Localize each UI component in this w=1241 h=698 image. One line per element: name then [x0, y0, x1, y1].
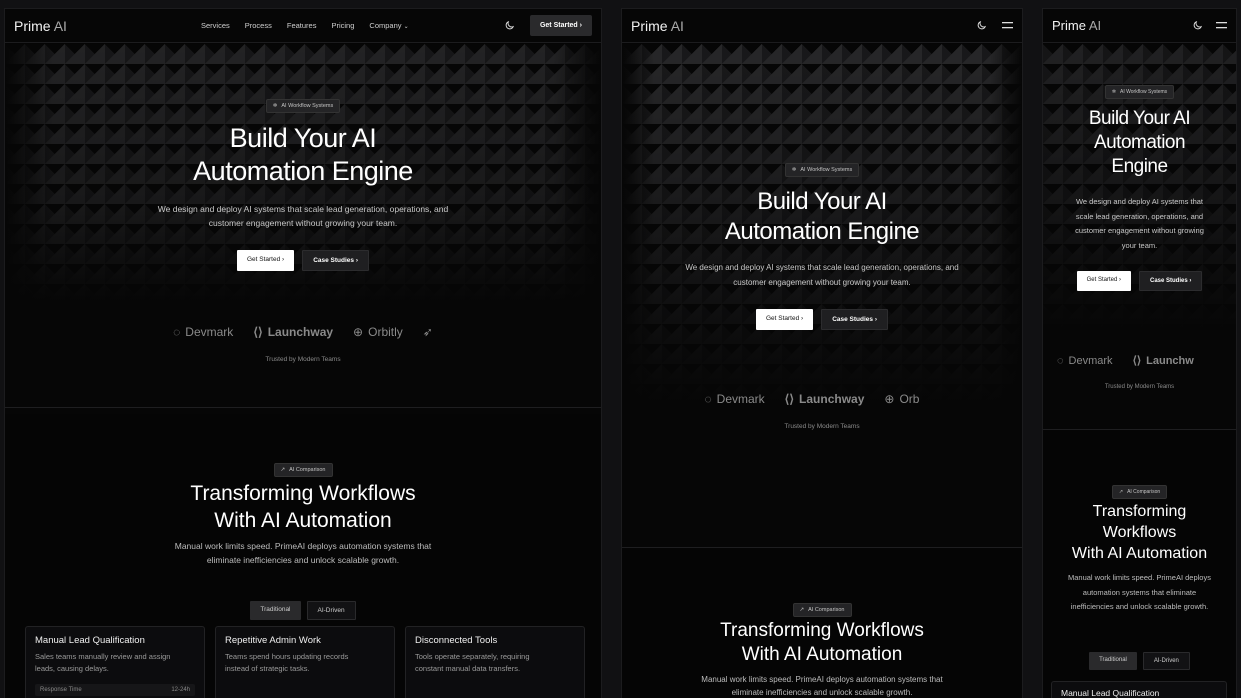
- comparison-toggle: Traditional AI-Driven: [250, 601, 356, 620]
- comparison-card: Manual Lead Qualification: [1051, 681, 1227, 698]
- comparison-title: Transforming Workflows With AI Automatio…: [720, 620, 924, 665]
- trusted-label: Trusted by Modern Teams: [784, 423, 860, 430]
- metric-row: Response Time 12-24h: [35, 684, 195, 697]
- sparkle-icon: ✲: [791, 167, 797, 173]
- section-divider: [1043, 429, 1236, 430]
- globe-icon: ⊕: [353, 325, 364, 339]
- comparison-cards: Manual Lead Qualification Sales teams ma…: [25, 626, 585, 698]
- tablet-viewport: Prime AI ✲ AI Workflow Systems Build Your…: [621, 8, 1023, 698]
- nav-links: Services Process Features Pricing Compan…: [201, 21, 409, 30]
- logo-launchway: ⟨⟩ Launchw: [1132, 354, 1194, 368]
- nav-link-features[interactable]: Features: [287, 21, 317, 30]
- moon-icon[interactable]: [975, 20, 987, 32]
- logo-devmark: ◌ Devmark: [1057, 354, 1113, 367]
- logo[interactable]: Prime AI: [1052, 18, 1101, 33]
- globe-icon: ⊕: [884, 392, 895, 406]
- nav-link-pricing[interactable]: Pricing: [331, 21, 354, 30]
- nav-link-services[interactable]: Services: [201, 21, 230, 30]
- trusted-label: Trusted by Modern Teams: [265, 356, 341, 363]
- comparison-card: Manual Lead Qualification Sales teams ma…: [25, 626, 205, 698]
- get-started-button[interactable]: Get Started ›: [236, 250, 295, 271]
- navbar: Prime AI Services Process Features Prici…: [5, 9, 601, 43]
- hero-section: ✲ AI Workflow Systems Build Your AI Autom…: [1043, 44, 1236, 429]
- nav-link-company[interactable]: Company ⌄: [369, 21, 408, 30]
- hero-title: Build Your AI Automation Engine: [1088, 108, 1191, 177]
- desktop-viewport: Prime AI Services Process Features Prici…: [4, 8, 602, 698]
- comparison-badge: ↗ AI Comparison: [273, 463, 333, 477]
- comparison-card: Repetitive Admin Work Teams spend hours …: [215, 626, 395, 698]
- tab-traditional[interactable]: Traditional: [250, 601, 301, 620]
- case-studies-button[interactable]: Case Studies ›: [1139, 271, 1203, 291]
- hero-section: ✲ AI Workflow Systems Build Your AI Autom…: [5, 44, 601, 414]
- hero-badge: ✲ AI Workflow Systems: [784, 163, 860, 177]
- logo-orbitly: ⊕ Orb: [884, 392, 920, 406]
- logo-launchway: ⟨⟩ Launchway: [253, 325, 334, 339]
- tab-ai-driven[interactable]: AI-Driven: [1142, 652, 1190, 670]
- hero-subtitle: We design and deploy AI systems that sca…: [685, 263, 959, 287]
- hero-subtitle: We design and deploy AI systems that sca…: [1075, 197, 1204, 250]
- hero-section: ✲ AI Workflow Systems Build Your AI Autom…: [622, 44, 1022, 547]
- moon-icon[interactable]: [504, 20, 516, 32]
- comparison-title: Transforming Workflows With AI Automatio…: [1071, 503, 1208, 562]
- devmark-icon: ◌: [173, 325, 181, 339]
- trending-up-icon: ↗: [280, 467, 286, 473]
- nav-link-process[interactable]: Process: [245, 21, 272, 30]
- comparison-title: Transforming Workflows With AI Automatio…: [190, 482, 416, 532]
- sparkle-icon: ✲: [272, 103, 278, 109]
- chevron-down-icon: ⌄: [403, 24, 409, 30]
- comparison-badge: ↗ AI Comparison: [792, 603, 852, 617]
- case-studies-button[interactable]: Case Studies ›: [302, 250, 370, 271]
- navbar: Prime AI: [622, 9, 1022, 43]
- comparison-badge: ↗ AI Comparison: [1111, 485, 1168, 499]
- get-started-nav-button[interactable]: Get Started ›: [529, 15, 592, 36]
- bird-icon: ➶: [422, 325, 433, 339]
- menu-icon[interactable]: [1001, 20, 1013, 32]
- logo-devmark: ◌ Devmark: [704, 392, 765, 406]
- mobile-viewport: Prime AI ✲ AI Workflow Systems Build Your…: [1042, 8, 1237, 698]
- client-logos: ◌ Devmark ⟨⟩ Launchway ⊕ Orb: [682, 392, 942, 406]
- section-divider: [622, 547, 1022, 548]
- logo-devmark: ◌ Devmark: [173, 325, 234, 339]
- trending-up-icon: ↗: [799, 607, 805, 613]
- comparison-description: Manual work limits speed. PrimeAI deploy…: [1068, 573, 1211, 611]
- hero-title: Build Your AI Automation Engine: [724, 188, 920, 245]
- client-logos: ◌ Devmark ⟨⟩ Launchw: [1057, 354, 1236, 368]
- launchway-icon: ⟨⟩: [1132, 355, 1142, 367]
- launchway-icon: ⟨⟩: [253, 325, 263, 339]
- launchway-icon: ⟨⟩: [784, 392, 795, 406]
- tab-ai-driven[interactable]: AI-Driven: [306, 601, 356, 620]
- trusted-label: Trusted by Modern Teams: [1104, 384, 1175, 390]
- logo[interactable]: Prime AI: [631, 18, 684, 34]
- get-started-button[interactable]: Get Started ›: [1076, 271, 1131, 291]
- comparison-toggle: Traditional AI-Driven: [1089, 652, 1190, 670]
- hero-subtitle: We design and deploy AI systems that sca…: [157, 204, 449, 228]
- hero-badge: ✲ AI Workflow Systems: [1104, 85, 1175, 99]
- logo-launchway: ⟨⟩ Launchway: [784, 392, 865, 406]
- comparison-card: Disconnected Tools Tools operate separat…: [405, 626, 585, 698]
- menu-icon[interactable]: [1215, 20, 1227, 32]
- navbar: Prime AI: [1043, 9, 1236, 43]
- devmark-icon: ◌: [1057, 354, 1064, 367]
- comparison-description: Manual work limits speed. PrimeAI deploy…: [174, 541, 432, 565]
- trending-up-icon: ↗: [1118, 489, 1124, 495]
- logo-orbitly: ⊕ Orbitly: [353, 325, 403, 339]
- hero-badge: ✲ AI Workflow Systems: [265, 99, 341, 113]
- section-divider: [5, 407, 601, 408]
- comparison-description: Manual work limits speed. PrimeAI deploy…: [701, 675, 943, 697]
- tab-traditional[interactable]: Traditional: [1089, 652, 1137, 670]
- devmark-icon: ◌: [704, 392, 712, 406]
- case-studies-button[interactable]: Case Studies ›: [821, 309, 889, 330]
- hero-title: Build Your AI Automation Engine: [193, 123, 413, 186]
- logo[interactable]: Prime AI: [14, 18, 67, 34]
- moon-icon[interactable]: [1191, 20, 1203, 32]
- client-logos: ◌ Devmark ⟨⟩ Launchway ⊕ Orbitly ➶: [5, 325, 601, 339]
- get-started-button[interactable]: Get Started ›: [755, 309, 814, 330]
- sparkle-icon: ✲: [1111, 89, 1117, 95]
- chevron-right-icon: ›: [579, 22, 582, 29]
